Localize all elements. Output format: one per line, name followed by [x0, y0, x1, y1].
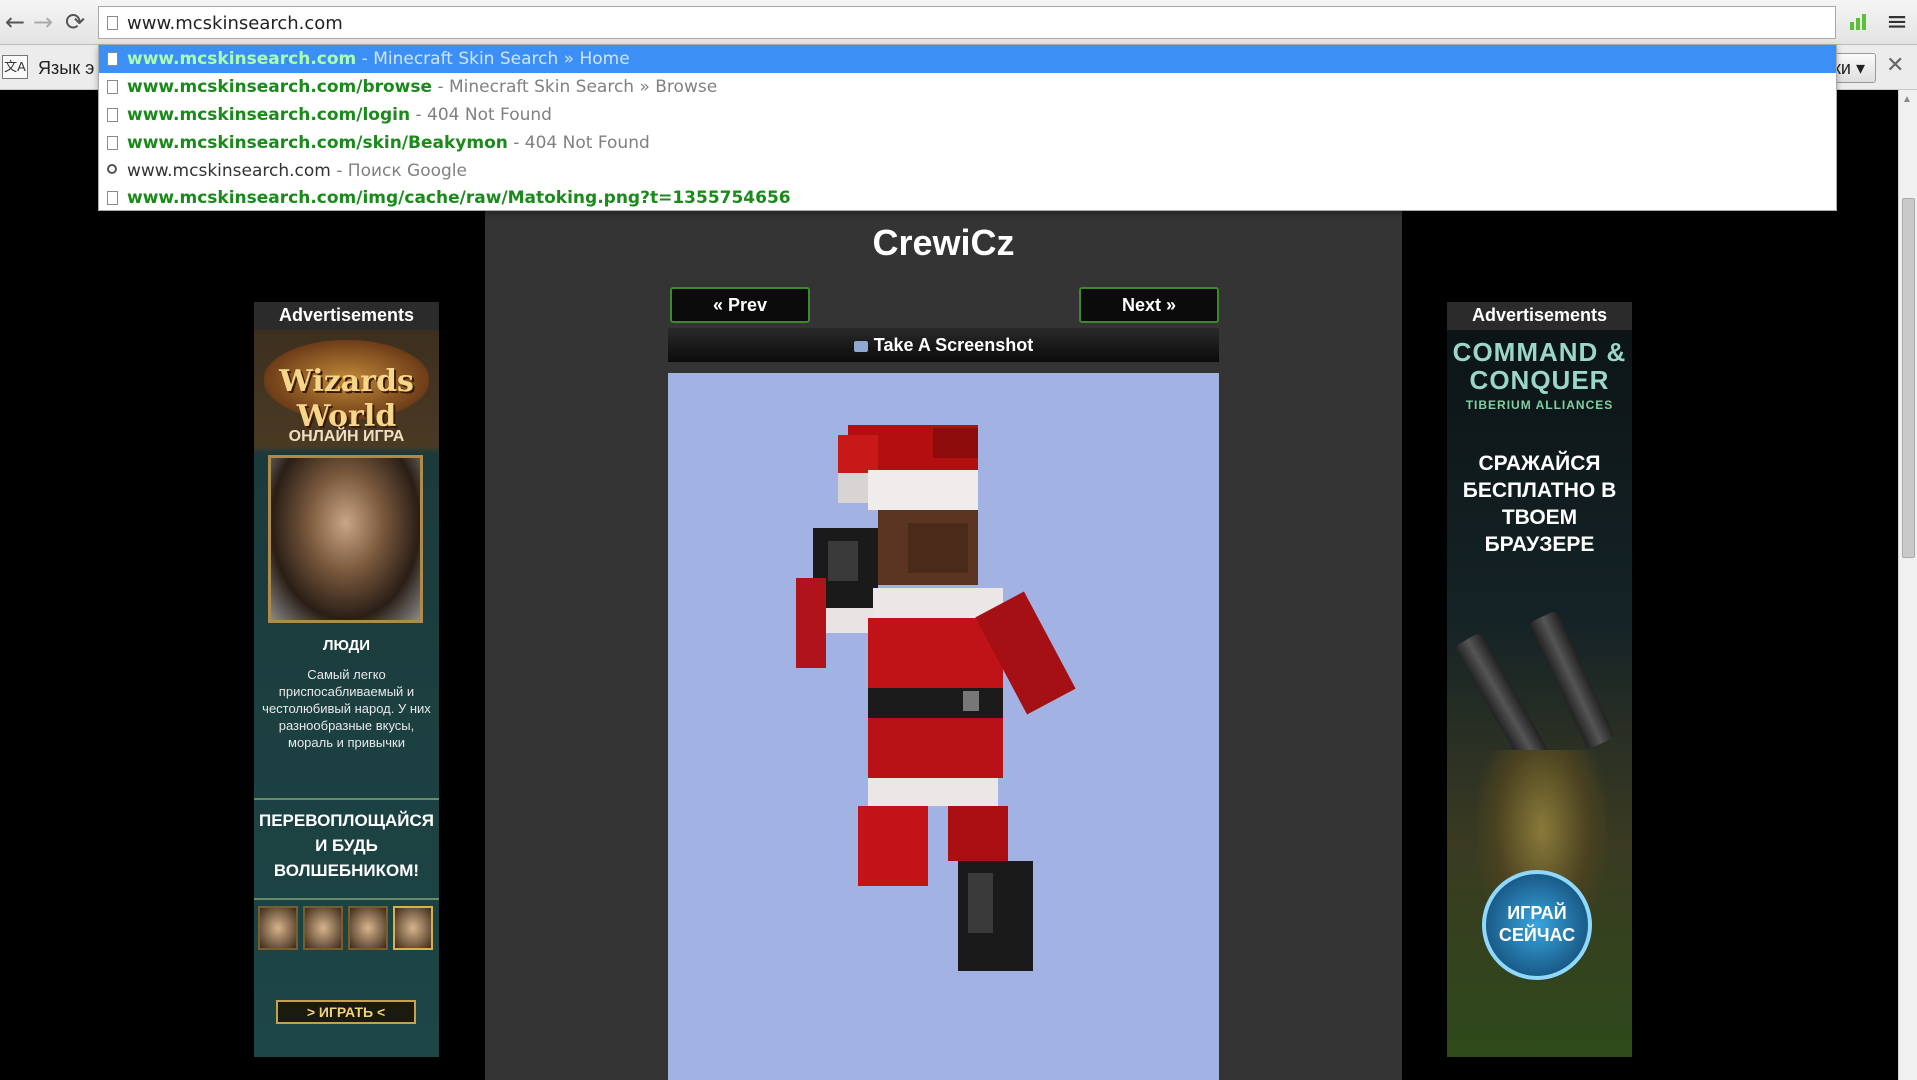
- menu-icon: ≡: [1886, 7, 1908, 37]
- divider: [254, 798, 439, 800]
- race-thumbnail[interactable]: [258, 906, 298, 950]
- ad-description: Самый легко приспосабливаемый и честолюб…: [262, 667, 431, 750]
- suggestion-browse[interactable]: www.mcskinsearch.com/browse - Minecraft …: [99, 73, 1836, 101]
- suggestion-desc: - 404 Not Found: [507, 133, 650, 153]
- suggestion-url: www.mcskinsearch.com/browse: [127, 77, 433, 97]
- skin-content: CrewiCz « Prev Next » Take A Screenshot: [485, 90, 1402, 1080]
- scroll-thumb[interactable]: [1902, 198, 1915, 558]
- signal-icon[interactable]: [1850, 14, 1868, 30]
- page-icon: [107, 52, 118, 66]
- play-button[interactable]: > ИГРАТЬ <: [276, 1000, 416, 1024]
- suggestion-home[interactable]: www.mcskinsearch.com - Minecraft Skin Se…: [99, 45, 1836, 73]
- scroll-up-icon[interactable]: ▲: [1902, 94, 1912, 105]
- reload-icon: ⟳: [64, 8, 86, 36]
- suggestion-google-search[interactable]: www.mcskinsearch.com - Поиск Google: [99, 157, 1836, 185]
- ad-call-to-action: ПЕРЕВОПЛОЩАЙСЯ И БУДЬ ВОЛШЕБНИКОМ!: [259, 811, 434, 880]
- cannon-graphic: [1528, 610, 1616, 750]
- reload-button[interactable]: ⟳: [60, 7, 90, 37]
- suggestion-url: www.mcskinsearch.com/img/cache/raw/Matok…: [127, 188, 791, 208]
- ad-left[interactable]: Advertisements i Wizards World ОНЛАЙН ИГ…: [254, 302, 439, 1057]
- translate-icon: 文A: [2, 55, 28, 79]
- page-icon: [107, 191, 118, 205]
- wizards-world-logo: Wizards World: [264, 340, 429, 434]
- back-icon: ←: [4, 8, 26, 36]
- ad-header: Advertisements: [278, 305, 415, 325]
- suggestion-url: www.mcskinsearch.com/login: [127, 105, 411, 125]
- suggestion-image[interactable]: www.mcskinsearch.com/img/cache/raw/Matok…: [99, 184, 1836, 212]
- wizards-world-banner[interactable]: Wizards World ОНЛАЙН ИГРА ЛЮДИ Самый лег…: [254, 330, 439, 1057]
- page-icon: [107, 16, 118, 30]
- suggestion-url: www.mcskinsearch.com: [127, 49, 357, 69]
- suggestion-login[interactable]: www.mcskinsearch.com/login - 404 Not Fou…: [99, 101, 1836, 129]
- screenshot-button[interactable]: Take A Screenshot: [668, 328, 1219, 362]
- suggestion-desc: - Minecraft Skin Search » Home: [356, 49, 630, 69]
- race-thumbnail[interactable]: [348, 906, 388, 950]
- search-icon: [107, 164, 117, 174]
- logo-text: Wizards World: [279, 364, 414, 434]
- suggestion-skin[interactable]: www.mcskinsearch.com/skin/Beakymon - 404…: [99, 129, 1836, 157]
- cnc-logo: COMMAND & CONQUER: [1452, 337, 1627, 395]
- command-conquer-banner[interactable]: COMMAND & CONQUER TIBERIUM ALLIANCES СРА…: [1447, 330, 1632, 1057]
- ad-subtitle: ОНЛАЙН ИГРА: [288, 428, 405, 445]
- forward-button[interactable]: →: [28, 7, 58, 37]
- race-thumbnail[interactable]: [303, 906, 343, 950]
- character-portrait: [268, 455, 423, 623]
- suggestion-desc: - 404 Not Found: [410, 105, 552, 125]
- forward-icon: →: [32, 8, 54, 36]
- suggestion-url: www.mcskinsearch.com/skin/Beakymon: [127, 133, 508, 153]
- page-icon: [107, 108, 118, 122]
- prev-button[interactable]: « Prev: [670, 287, 810, 323]
- back-button[interactable]: ←: [0, 7, 30, 37]
- suggestion-desc: - Поиск Google: [330, 161, 467, 181]
- menu-button[interactable]: ≡: [1882, 7, 1912, 37]
- address-bar[interactable]: www.mcskinsearch.com: [98, 6, 1836, 39]
- page-scrollbar[interactable]: ▲: [1898, 90, 1917, 1080]
- divider: [254, 898, 439, 900]
- ad-race-title: ЛЮДИ: [322, 637, 371, 654]
- skin-viewer[interactable]: [668, 373, 1219, 1080]
- cannon-graphic: [1454, 631, 1550, 769]
- suggestion-desc: - Minecraft Skin Search » Browse: [432, 77, 718, 97]
- page-icon: [107, 136, 118, 150]
- screenshot-label: Take A Screenshot: [873, 335, 1034, 355]
- skin-title: CrewiCz: [872, 222, 1015, 263]
- address-input[interactable]: www.mcskinsearch.com: [127, 13, 343, 34]
- page-icon: [107, 80, 118, 94]
- cnc-subtitle: TIBERIUM ALLIANCES: [1465, 398, 1614, 412]
- autocomplete-dropdown: www.mcskinsearch.com - Minecraft Skin Se…: [98, 44, 1837, 211]
- ad-call-to-action: СРАЖАЙСЯ БЕСПЛАТНО В ТВОЕМ БРАУЗЕРЕ: [1462, 452, 1617, 556]
- translate-label: Язык э: [38, 58, 95, 78]
- browser-toolbar: ← → ⟳ www.mcskinsearch.com ≡: [0, 0, 1917, 45]
- ad-right[interactable]: Advertisements i COMMAND & CONQUER TIBER…: [1447, 302, 1632, 1057]
- play-now-button[interactable]: ИГРАЙ СЕЙЧАС: [1482, 870, 1592, 980]
- suggestion-query: www.mcskinsearch.com: [127, 161, 331, 181]
- race-thumbnail[interactable]: [393, 906, 433, 950]
- camera-icon: [853, 341, 868, 352]
- next-button[interactable]: Next »: [1079, 287, 1219, 323]
- ad-header: Advertisements: [1471, 305, 1608, 325]
- close-icon[interactable]: ✕: [1886, 53, 1904, 78]
